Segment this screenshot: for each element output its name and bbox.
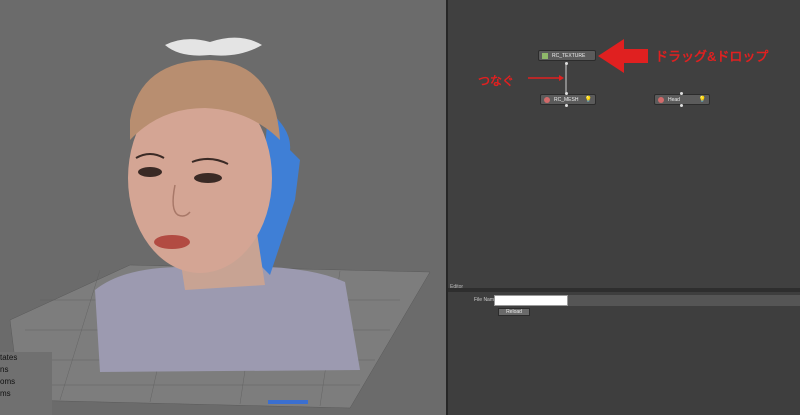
lips <box>154 235 190 249</box>
side-menu-item[interactable]: oms <box>0 376 52 388</box>
lightbulb-icon[interactable]: 💡 <box>699 95 706 106</box>
head-icon <box>658 97 664 103</box>
side-menu-item[interactable]: tates <box>0 352 52 364</box>
drag-arrow-icon <box>598 39 648 73</box>
axis-marker <box>268 400 308 404</box>
texture-icon <box>542 53 548 59</box>
node-connections <box>528 39 648 94</box>
head-output-port[interactable] <box>680 104 683 107</box>
mesh-input-port[interactable] <box>565 92 568 95</box>
mesh-output-port[interactable] <box>565 104 568 107</box>
file-name-input[interactable] <box>494 295 568 306</box>
side-menu-item[interactable]: ms <box>0 388 52 400</box>
editor-title: Editor <box>450 284 464 290</box>
node-label: Head <box>668 97 680 103</box>
node-rc-mesh[interactable]: RC_MESH 💡 <box>540 94 596 105</box>
lightbulb-icon[interactable]: 💡 <box>585 95 592 106</box>
node-rc-texture[interactable]: RC_TEXTURE <box>538 50 596 61</box>
node-label: RC_TEXTURE <box>552 53 586 59</box>
annotation-drag-drop: ドラッグ&ドロップ <box>655 49 769 64</box>
reload-button[interactable]: Reload <box>498 308 530 316</box>
3d-viewport[interactable]: tates ns oms ms <box>0 0 446 415</box>
texture-output-port[interactable] <box>565 62 568 65</box>
editor-panel: Editor File Name Reload <box>448 284 800 415</box>
connect-arrow-icon <box>559 75 564 81</box>
mesh-icon <box>544 97 550 103</box>
left-eye <box>138 167 162 177</box>
node-graph[interactable]: RC_TEXTURE RC_MESH 💡 Head 💡 ドラッグ&ドロップ つな… <box>448 0 800 288</box>
annotation-connect: つなぐ <box>478 74 515 88</box>
head-input-port[interactable] <box>680 92 683 95</box>
hair-top <box>165 37 262 56</box>
scanned-head-model <box>9 37 431 409</box>
side-menu-item[interactable]: ns <box>0 364 52 376</box>
right-eye <box>194 173 222 183</box>
viewport-side-menu: tates ns oms ms <box>0 352 52 415</box>
file-name-track <box>568 295 800 306</box>
